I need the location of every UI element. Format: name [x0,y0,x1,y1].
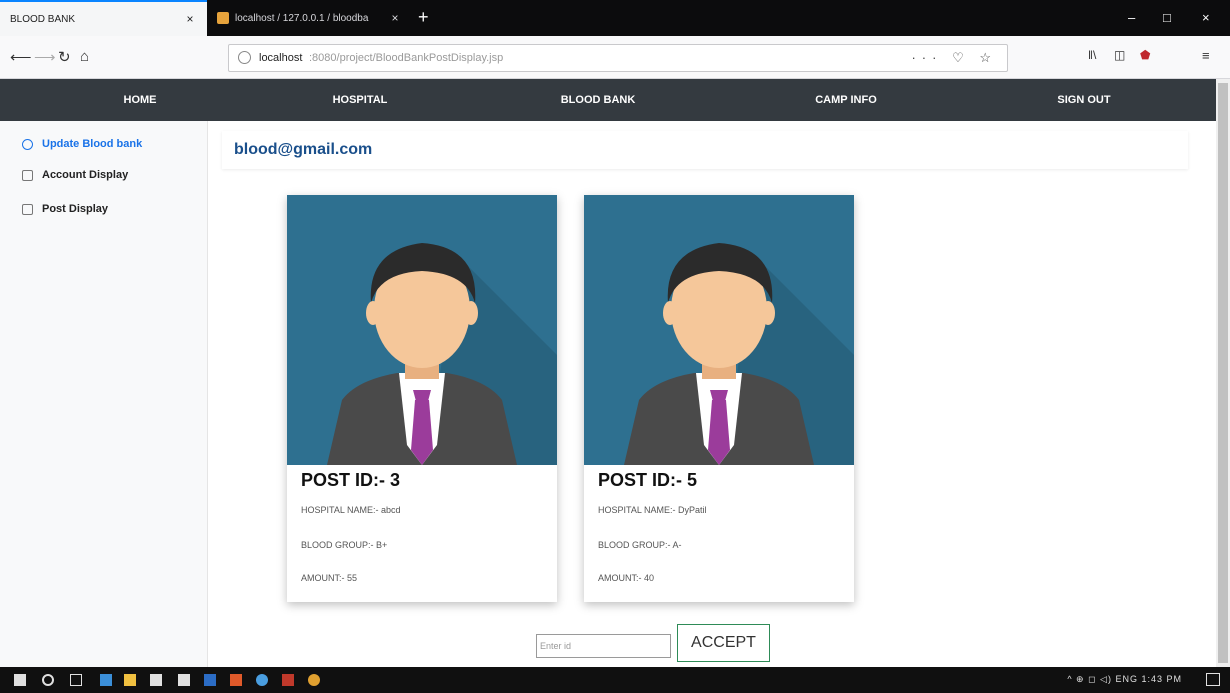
id-input[interactable] [536,634,671,658]
accept-button[interactable]: ACCEPT [677,624,770,662]
cart-icon [22,203,33,215]
file-explorer-icon[interactable] [124,674,136,686]
post-card: POST ID:- 5 HOSPITAL NAME:- DyPatil BLOOD … [584,195,854,602]
info-icon[interactable] [238,51,251,64]
chrome-icon[interactable] [308,674,320,686]
tab-title: localhost / 127.0.0.1 / bloodba [235,12,369,24]
amount: AMOUNT:- 55 [301,573,358,583]
hospital-name: HOSPITAL NAME:- abcd [301,505,401,515]
tab-blood-bank[interactable]: BLOOD BANK × [0,0,207,36]
scrollbar-thumb[interactable] [1218,83,1228,663]
person-avatar-icon [287,195,557,465]
sidebar-item-label: Account Display [42,169,129,181]
nav-camp-info[interactable]: CAMP INFO [786,79,906,121]
word-icon[interactable] [204,674,216,686]
sidebar-item-label: Update Blood bank [42,138,143,150]
url-bar[interactable]: localhost :8080/project/BloodBankPostDis… [228,44,1008,72]
windows-start-icon[interactable] [14,674,26,686]
sidebar-item-account-display[interactable]: Account Display [22,166,128,184]
file-icon [22,169,33,181]
hospital-name: HOSPITAL NAME:- DyPatil [598,505,707,515]
app-icon[interactable] [282,674,294,686]
sidebar-item-update-blood-bank[interactable]: Update Blood bank [22,135,142,153]
sidebar-toggle-icon[interactable]: ◫ [1114,48,1125,62]
sidebar-item-post-display[interactable]: Post Display [22,200,108,218]
app-icon[interactable] [256,674,268,686]
close-icon[interactable]: × [388,11,402,25]
tab-localhost[interactable]: localhost / 127.0.0.1 / bloodba × [207,0,412,36]
reload-icon[interactable]: ↻ [58,48,71,66]
nav-hospital[interactable]: HOSPITAL [300,79,420,121]
post-id: POST ID:- 3 [301,470,401,490]
minimize-button[interactable]: – [1128,10,1135,25]
notifications-icon[interactable] [1206,673,1220,686]
search-icon[interactable] [42,674,54,686]
home-icon [22,138,33,150]
back-icon[interactable]: ⟵ [10,48,32,66]
browser-toolbar: ⟵ ⟶ ↻ ⌂ localhost :8080/project/BloodBan… [0,36,1230,79]
site-navbar: HOME HOSPITAL BLOOD BANK CAMP INFO SIGN … [0,79,1216,121]
task-view-icon[interactable] [70,674,82,686]
blood-group: BLOOD GROUP:- B+ [301,540,388,550]
page-scrollbar[interactable] [1216,79,1230,667]
home-icon[interactable]: ⌂ [80,48,89,65]
forward-icon[interactable]: ⟶ [34,48,56,66]
sidebar: Update Blood bank Account Display Post D… [0,121,208,667]
edge-icon[interactable] [100,674,112,686]
user-email: blood@gmail.com [234,141,373,158]
maximize-button[interactable]: □ [1163,10,1171,25]
post-card: POST ID:- 3 HOSPITAL NAME:- abcd BLOOD GRO… [287,195,557,602]
nav-blood-bank[interactable]: BLOOD BANK [538,79,658,121]
window-close-button[interactable]: × [1202,10,1210,25]
tab-title: BLOOD BANK [10,13,76,25]
sidebar-item-label: Post Display [42,203,109,215]
close-icon[interactable]: × [183,12,197,26]
browser-tab-strip: BLOOD BANK × localhost / 127.0.0.1 / blo… [0,0,1230,36]
nav-home[interactable]: HOME [80,79,200,121]
windows-taskbar: ^ ⊕ ◻ ◁) ENG 1:43 PM [0,667,1230,693]
blood-group: BLOOD GROUP:- A- [598,540,682,550]
powerpoint-icon[interactable] [230,674,242,686]
person-avatar-icon [584,195,854,465]
post-id: POST ID:- 5 [598,470,698,490]
library-icon[interactable]: ‖\ [1088,48,1096,62]
url-host: localhost [259,52,303,64]
mail-icon[interactable] [178,674,190,686]
phpmyadmin-icon [217,12,229,24]
system-tray[interactable]: ^ ⊕ ◻ ◁) ENG 1:43 PM [1067,674,1182,685]
url-path: :8080/project/BloodBankPostDisplay.jsp [309,52,504,64]
main-header: blood@gmail.com [222,131,1188,169]
menu-icon[interactable]: ≡ [1202,48,1210,63]
nav-sign-out[interactable]: SIGN OUT [1024,79,1144,121]
page-actions-icon[interactable]: ··· ♡ ☆ [911,50,997,66]
store-icon[interactable] [150,674,162,686]
amount: AMOUNT:- 40 [598,573,655,583]
shield-icon[interactable]: ⬟ [1140,48,1150,62]
new-tab-button[interactable]: + [418,6,429,28]
